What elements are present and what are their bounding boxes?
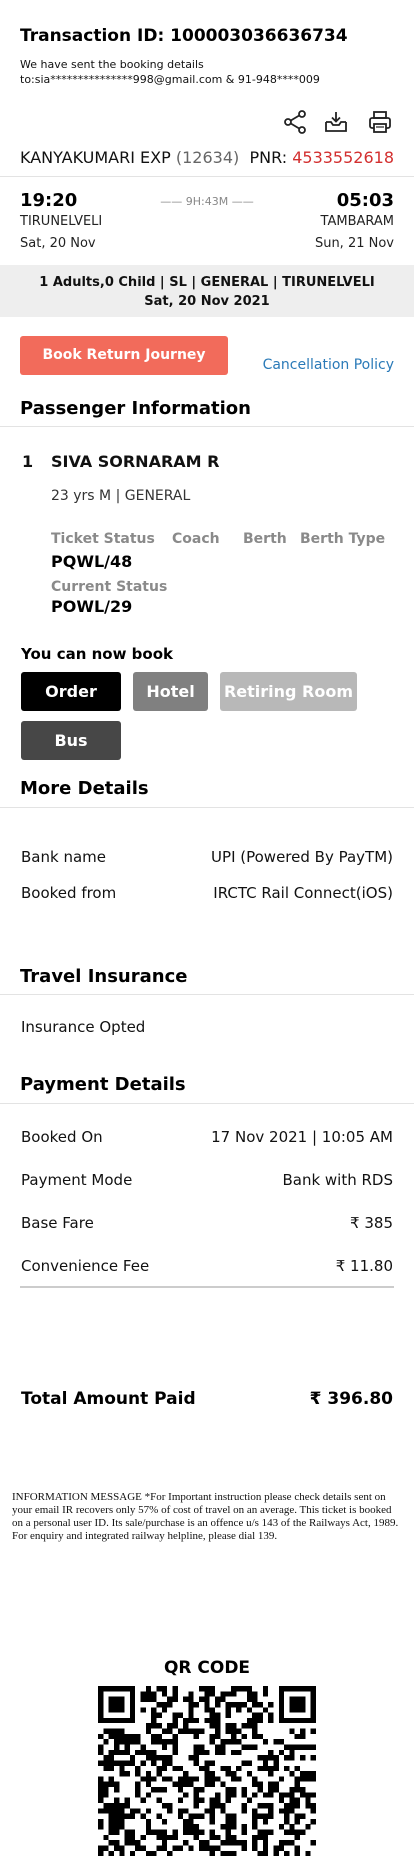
ticket-status-value: PQWL/48	[51, 552, 133, 571]
booked-on-label: Booked On	[21, 1128, 103, 1146]
payment-divider	[20, 1286, 394, 1288]
qr-finder-pattern	[98, 1686, 136, 1724]
berth-type-header: Berth Type	[300, 531, 386, 547]
to-station: TAMBARAM	[320, 214, 394, 229]
arrival-time: 05:03	[336, 190, 394, 211]
share-icon[interactable]	[282, 109, 308, 135]
pnr-label: PNR:	[249, 148, 293, 167]
booked-on-value: 17 Nov 2021 | 10:05 AM	[211, 1128, 393, 1146]
qr-code-image	[98, 1686, 316, 1856]
you-can-now-book-title: You can now book	[21, 645, 173, 663]
convenience-fee-label: Convenience Fee	[21, 1257, 150, 1275]
train-name: KANYAKUMARI EXP	[20, 148, 171, 167]
booking-sent-line-1: We have sent the booking details	[20, 58, 204, 71]
retiring-room-button[interactable]: Retiring Room	[220, 672, 357, 711]
travel-insurance-title: Travel Insurance	[20, 966, 188, 987]
total-amount-value: ₹ 396.80	[309, 1389, 393, 1409]
booked-from-label: Booked from	[21, 884, 117, 902]
qr-code-title: QR CODE	[163, 1658, 251, 1678]
arrival-date: Sun, 21 Nov	[314, 236, 394, 251]
departure-date: Sat, 20 Nov	[20, 236, 96, 251]
payment-mode-value: Bank with RDS	[282, 1171, 393, 1189]
bus-button[interactable]: Bus	[21, 721, 121, 760]
transaction-id: Transaction ID: 100003036636734	[20, 26, 348, 46]
divider	[0, 1103, 414, 1104]
passenger-section-title: Passenger Information	[20, 398, 251, 419]
passenger-detail: 23 yrs M | GENERAL	[51, 488, 191, 504]
divider	[0, 994, 414, 995]
bank-name-label: Bank name	[21, 848, 106, 866]
pnr-info: PNR: 4533552618	[249, 148, 394, 167]
summary-line-1: 1 Adults,0 Child | SL | GENERAL | TIRUNE…	[39, 275, 375, 290]
booking-sent-message: We have sent the booking details to:sia*…	[20, 57, 380, 87]
convenience-fee-value: ₹ 11.80	[335, 1257, 393, 1275]
booked-from-value: IRCTC Rail Connect(iOS)	[213, 884, 393, 902]
ticket-status-header: Ticket Status	[51, 531, 155, 547]
divider	[0, 807, 414, 808]
from-station: TIRUNELVELI	[20, 214, 103, 229]
divider	[0, 176, 414, 177]
order-food-button[interactable]: Order Food	[21, 672, 121, 740]
book-return-journey-button[interactable]: Book Return Journey	[20, 336, 228, 375]
hotel-button[interactable]: Hotel	[133, 672, 208, 711]
insurance-status: Insurance Opted	[21, 1018, 146, 1036]
total-amount-label: Total Amount Paid	[21, 1389, 196, 1409]
coach-header: Coach	[172, 531, 220, 547]
print-icon[interactable]	[367, 109, 393, 135]
cancellation-policy-link[interactable]: Cancellation Policy	[263, 357, 394, 373]
base-fare-label: Base Fare	[21, 1214, 94, 1232]
passenger-index: 1	[22, 452, 34, 471]
current-status-value: POWL/29	[51, 597, 133, 616]
train-number: (12634)	[175, 148, 240, 167]
pnr-number: 4533552618	[292, 148, 394, 167]
summary-line-2: Sat, 20 Nov 2021	[144, 294, 270, 309]
train-info: KANYAKUMARI EXP (12634)	[20, 148, 239, 167]
download-icon[interactable]	[323, 109, 349, 135]
booking-sent-line-2: to:sia***************998@gmail.com & 91-…	[20, 73, 320, 86]
booking-summary: 1 Adults,0 Child | SL | GENERAL | TIRUNE…	[0, 265, 414, 317]
berth-header: Berth	[243, 531, 287, 547]
bank-name-value: UPI (Powered By PayTM)	[211, 848, 393, 866]
qr-finder-pattern	[278, 1686, 316, 1724]
base-fare-value: ₹ 385	[350, 1214, 393, 1232]
information-message: INFORMATION MESSAGE *For Important instr…	[12, 1491, 399, 1542]
current-status-header: Current Status	[51, 579, 168, 595]
more-details-title: More Details	[20, 778, 149, 799]
divider	[0, 426, 414, 427]
payment-mode-label: Payment Mode	[21, 1171, 133, 1189]
payment-details-title: Payment Details	[20, 1074, 186, 1095]
passenger-name: SIVA SORNARAM R	[51, 452, 220, 471]
